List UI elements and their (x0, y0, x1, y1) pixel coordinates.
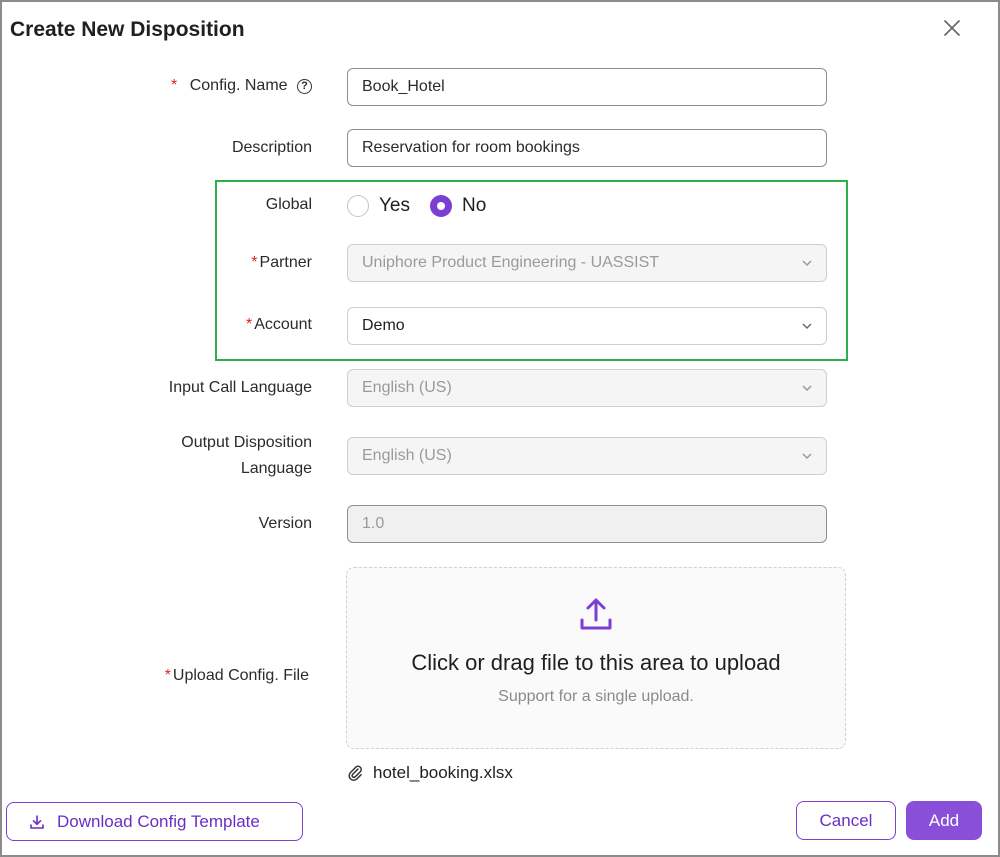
dialog-title: Create New Disposition (10, 18, 245, 41)
partner-select[interactable]: Uniphore Product Engineering - UASSIST (347, 244, 827, 282)
chevron-down-icon (802, 323, 812, 330)
chevron-down-icon (802, 453, 812, 460)
output-disposition-language-label: Output Disposition Language (181, 434, 312, 477)
account-select[interactable]: Demo (347, 307, 827, 345)
add-button[interactable]: Add (906, 801, 982, 840)
upload-hint: Support for a single upload. (498, 688, 694, 705)
upload-dropzone[interactable]: Click or drag file to this area to uploa… (346, 567, 846, 749)
version-label: Version (258, 515, 312, 532)
input-call-language-label: Input Call Language (168, 379, 312, 396)
cancel-button[interactable]: Cancel (796, 801, 896, 840)
attached-file-name: hotel_booking.xlsx (373, 763, 513, 782)
output-disposition-language-select[interactable]: English (US) (347, 437, 827, 475)
config-name-label: * Config. Name ? (171, 73, 312, 99)
config-name-input[interactable]: Book_Hotel (347, 68, 827, 106)
upload-title: Click or drag file to this area to uploa… (411, 650, 781, 675)
description-input[interactable]: Reservation for room bookings (347, 129, 827, 167)
description-label: Description (231, 139, 312, 156)
upload-icon (580, 598, 612, 630)
global-no-label[interactable]: No (462, 192, 486, 220)
download-icon (30, 815, 44, 829)
create-disposition-dialog: Create New Disposition * Config. Name ? … (0, 0, 1000, 857)
global-yes-label[interactable]: Yes (379, 192, 410, 220)
account-label: * Account (245, 316, 312, 333)
chevron-down-icon (802, 260, 812, 267)
global-no-radio[interactable] (430, 195, 452, 217)
close-icon[interactable] (940, 16, 964, 40)
question-circle-icon[interactable]: ? (297, 79, 312, 94)
version-input[interactable]: 1.0 (347, 505, 827, 543)
paperclip-icon (348, 765, 362, 781)
global-yes-radio[interactable] (347, 195, 369, 217)
partner-label: * Partner (251, 254, 312, 271)
global-label: Global (265, 196, 312, 213)
input-call-language-select[interactable]: English (US) (347, 369, 827, 407)
download-config-template-button[interactable]: Download Config Template (6, 802, 303, 841)
upload-config-label: * Upload Config. File (164, 667, 309, 684)
chevron-down-icon (802, 385, 812, 392)
